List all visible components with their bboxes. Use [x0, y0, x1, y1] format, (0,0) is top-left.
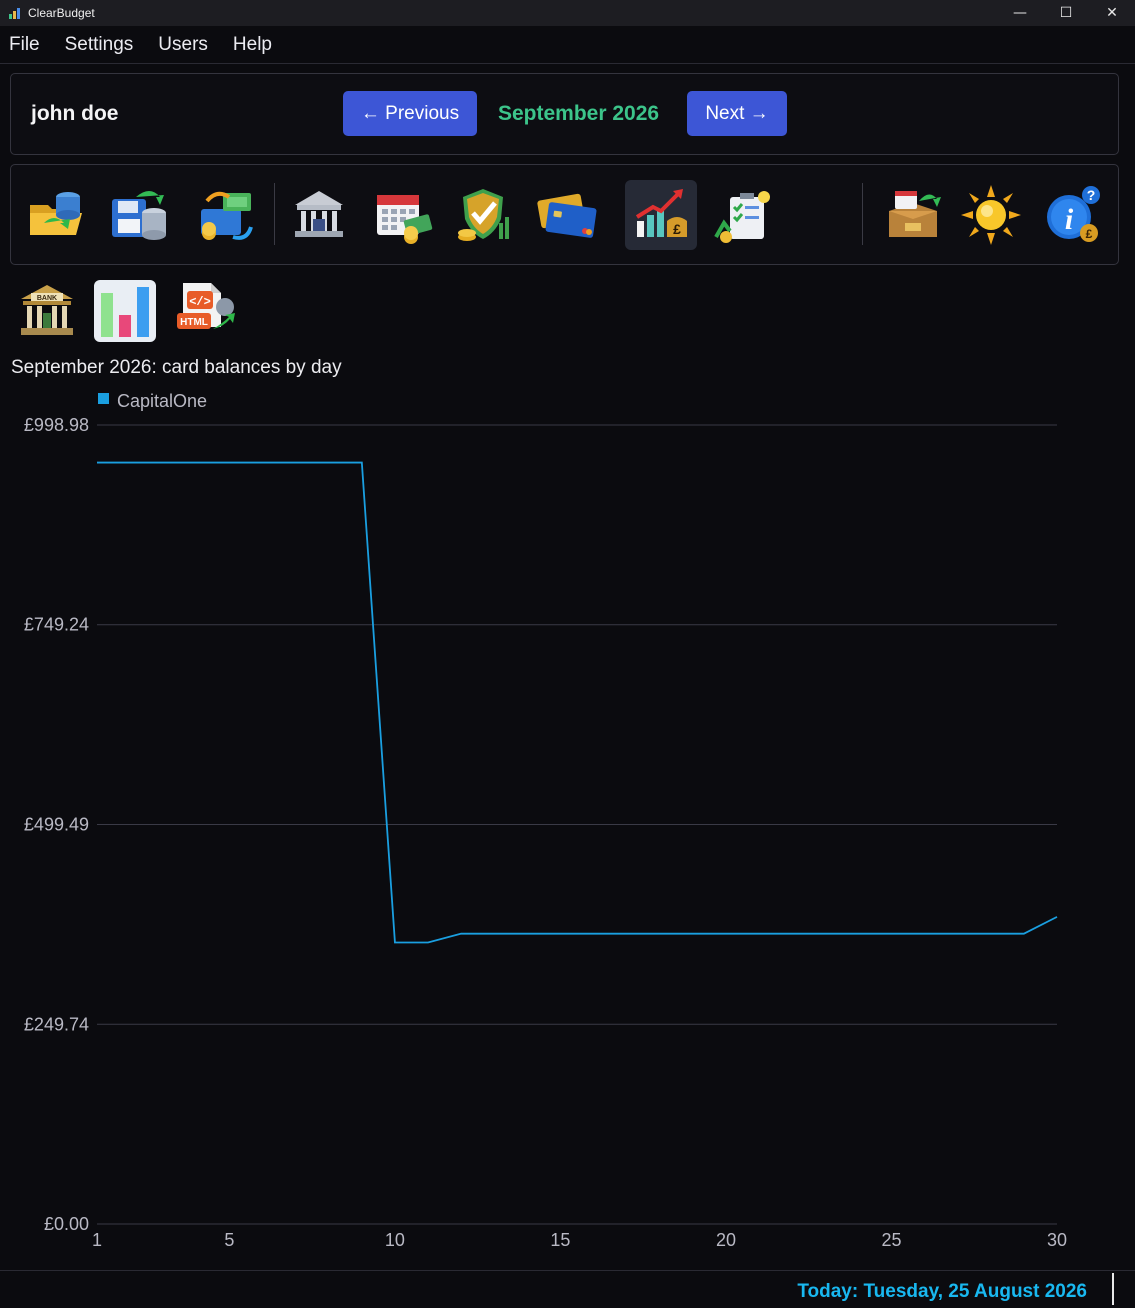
html-badge-text: HTML	[180, 317, 208, 328]
legend-label: CapitalOne	[117, 391, 207, 411]
x-axis: 1 5 10 15 20 25 30	[92, 1230, 1067, 1250]
svg-text:i: i	[1065, 203, 1074, 236]
menu-settings[interactable]: Settings	[65, 34, 134, 56]
money-exchange-button[interactable]	[189, 180, 261, 250]
bank-icon	[295, 191, 343, 237]
main-toolbar: £ i ? £	[10, 164, 1119, 265]
legend-swatch	[98, 393, 109, 404]
database-import-icon	[30, 192, 82, 235]
y-tick-label: £998.98	[24, 415, 89, 435]
close-button[interactable]: ✕	[1089, 0, 1135, 26]
chart-series	[96, 461, 1058, 944]
x-tick-label: 1	[92, 1230, 102, 1250]
growth-chart-pound-icon: £	[635, 189, 687, 237]
x-tick-label: 30	[1047, 1230, 1067, 1250]
minimize-button[interactable]: —	[997, 0, 1043, 26]
shield-coins-icon	[458, 189, 509, 241]
toolbar-separator	[862, 183, 863, 245]
backup-box-icon	[889, 191, 941, 237]
bank-sign-text: BANK	[37, 295, 57, 302]
backup-box-button[interactable]	[877, 180, 949, 250]
next-month-button[interactable]: Next →	[687, 91, 787, 136]
menu-help[interactable]: Help	[233, 34, 272, 56]
x-tick-label: 10	[385, 1230, 405, 1250]
menu-users[interactable]: Users	[158, 34, 208, 56]
status-bar: Today: Tuesday, 25 August 2026	[0, 1270, 1135, 1308]
checklist-coins-icon	[714, 191, 770, 243]
balance-line-chart: CapitalOne £0.00 £249.74 £499.49 £749.24 £99…	[24, 391, 1067, 1250]
y-tick-label: £249.74	[24, 1014, 89, 1034]
theme-toggle-button[interactable]	[955, 180, 1027, 250]
today-date-label: Today: Tuesday, 25 August 2026	[797, 1281, 1087, 1302]
previous-month-button[interactable]: ← Previous	[343, 91, 477, 136]
svg-text:?: ?	[1087, 187, 1096, 203]
bank-accounts-button[interactable]: BANK	[15, 279, 79, 343]
y-axis: £0.00 £249.74 £499.49 £749.24 £998.98	[24, 415, 89, 1234]
shield-coins-button[interactable]	[447, 180, 519, 250]
menu-bar: File Settings Users Help	[0, 26, 1135, 64]
bank-button[interactable]	[283, 180, 355, 250]
menu-file[interactable]: File	[9, 34, 40, 56]
x-tick-label: 15	[550, 1230, 570, 1250]
svg-text:</>: </>	[189, 295, 211, 309]
svg-text:£: £	[1086, 227, 1093, 241]
money-exchange-icon	[201, 191, 253, 240]
toolbar-separator	[274, 183, 275, 245]
checklist-coins-button[interactable]	[708, 180, 780, 250]
maximize-button[interactable]: ☐	[1043, 0, 1089, 26]
bank-building-icon: BANK	[21, 285, 73, 335]
user-name: john doe	[31, 102, 119, 125]
chart-grid	[97, 424, 1057, 1225]
info-button[interactable]: i ? £	[1037, 180, 1109, 250]
save-database-icon	[112, 191, 166, 240]
chart-title: September 2026: card balances by day	[11, 357, 342, 378]
svg-text:£: £	[673, 221, 681, 237]
credit-cards-icon	[537, 193, 597, 238]
y-tick-label: £0.00	[44, 1214, 89, 1234]
calendar-money-icon	[377, 195, 433, 244]
title-bar: ClearBudget — ☐ ✕	[0, 0, 1135, 26]
sun-icon	[961, 185, 1021, 245]
credit-cards-button[interactable]	[531, 180, 603, 250]
reports-button[interactable]	[93, 279, 157, 343]
database-import-button[interactable]	[20, 180, 92, 250]
growth-chart-button[interactable]: £	[625, 180, 697, 250]
chart-legend: CapitalOne	[98, 391, 207, 411]
window-title: ClearBudget	[28, 6, 95, 20]
bar-chart-icon	[94, 280, 156, 342]
info-coins-icon: i ? £	[1047, 186, 1100, 242]
x-tick-label: 25	[881, 1230, 901, 1250]
x-tick-label: 20	[716, 1230, 736, 1250]
calendar-money-button[interactable]	[367, 180, 439, 250]
app-logo-icon	[9, 8, 20, 19]
status-separator	[1112, 1273, 1114, 1305]
save-database-button[interactable]	[102, 180, 174, 250]
html-export-button[interactable]: </> HTML	[173, 279, 237, 343]
y-tick-label: £499.49	[24, 815, 89, 835]
series-line-capitalone	[97, 461, 1058, 944]
html-export-icon: </> HTML	[177, 283, 235, 329]
header-panel: john doe ← Previous September 2026 Next …	[10, 73, 1119, 155]
current-month-label: September 2026	[498, 102, 660, 125]
x-tick-label: 5	[224, 1230, 234, 1250]
y-tick-label: £749.24	[24, 615, 89, 635]
